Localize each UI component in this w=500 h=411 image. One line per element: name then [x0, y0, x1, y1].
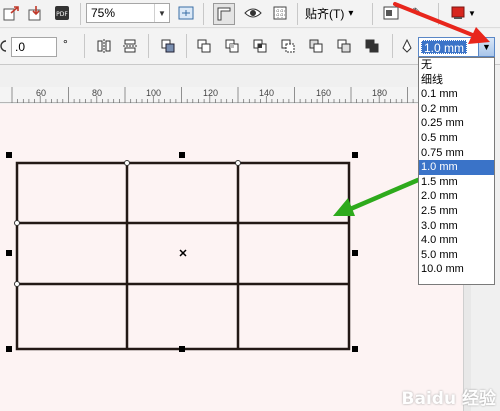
- back-minus-front-icon: [337, 39, 351, 53]
- dropdown-option[interactable]: 10.0 mm: [419, 262, 494, 277]
- trim-icon: [225, 39, 239, 53]
- pen-icon: ✎: [411, 5, 423, 20]
- toolbar-separator: [186, 34, 187, 58]
- dropdown-option[interactable]: 2.5 mm: [419, 204, 494, 219]
- snap-to-label: 贴齐(T): [305, 6, 345, 21]
- chevron-down-icon: ▾: [348, 7, 354, 19]
- toolbar-separator: [203, 3, 204, 25]
- dropdown-option[interactable]: 3.0 mm: [419, 219, 494, 234]
- simplify-button[interactable]: [279, 37, 297, 55]
- ruler-label: 80: [92, 88, 103, 98]
- export-button[interactable]: [2, 4, 20, 22]
- horizontal-ruler[interactable]: 60 80 100 120 140 160 180: [0, 87, 468, 103]
- zoom-level-value: 75%: [91, 6, 116, 20]
- standard-toolbar: PDF 75% ▼ 贴齐(T) ▾ ✎ ▼: [0, 0, 500, 28]
- mirror-vertical-button[interactable]: [121, 37, 139, 55]
- dropdown-option[interactable]: 0.75 mm: [419, 146, 494, 161]
- dropdown-option[interactable]: 2.0 mm: [419, 189, 494, 204]
- ruler-label: 140: [259, 88, 275, 98]
- outline-width-value: 1.0 mm: [421, 40, 468, 55]
- app-launcher-icon: [451, 6, 465, 19]
- ruler-label: 120: [203, 88, 219, 98]
- dropdown-option[interactable]: 1.0 mm: [419, 160, 494, 175]
- chevron-down-icon: ▼: [468, 8, 476, 18]
- publish-pdf-button[interactable]: PDF: [53, 4, 71, 22]
- zoom-level-select[interactable]: 75% ▼: [86, 3, 170, 23]
- outline-pen-icon: [400, 39, 414, 53]
- group-icon: [161, 39, 175, 53]
- ruler-label: 60: [36, 88, 47, 98]
- mirror-vertical-icon: [123, 39, 137, 53]
- fullscreen-icon: [178, 6, 194, 20]
- dropdown-option[interactable]: 1.5 mm: [419, 175, 494, 190]
- dropdown-option[interactable]: 无: [419, 58, 494, 73]
- rulers-icon: [217, 7, 231, 21]
- full-screen-preview-button[interactable]: [177, 4, 195, 22]
- dropdown-option[interactable]: 0.2 mm: [419, 102, 494, 117]
- front-minus-back-button[interactable]: [307, 37, 325, 55]
- toolbar-separator: [438, 3, 439, 25]
- toolbar-separator: [80, 3, 81, 25]
- ruler-label: 180: [372, 88, 388, 98]
- toolbar-separator: [392, 34, 393, 58]
- annotation-label-button[interactable]: ✎: [407, 4, 427, 22]
- show-rulers-button[interactable]: [213, 3, 235, 25]
- dropdown-option[interactable]: 0.25 mm: [419, 116, 494, 131]
- dropdown-option[interactable]: 细线: [419, 73, 494, 88]
- intersect-button[interactable]: [251, 37, 269, 55]
- toolbar-separator: [297, 3, 298, 25]
- chevron-down-icon[interactable]: ▼: [478, 38, 494, 56]
- pdf-icon: PDF: [55, 6, 69, 20]
- export-icon: [3, 6, 19, 21]
- group-button[interactable]: [158, 37, 178, 55]
- chevron-down-icon[interactable]: ▼: [154, 4, 169, 22]
- weld-icon: [197, 39, 211, 53]
- dropdown-option[interactable]: 0.5 mm: [419, 131, 494, 146]
- dropdown-option[interactable]: 5.0 mm: [419, 248, 494, 263]
- show-grid-button[interactable]: [270, 4, 290, 22]
- outline-width-dropdown[interactable]: 无细线 0.1 mm 0.2 mm 0.25 mm 0.5 mm 0.75 mm 1.0 m…: [418, 57, 495, 285]
- ruler-label: 100: [146, 88, 162, 98]
- simplify-icon: [281, 39, 295, 53]
- dropdown-option[interactable]: 4.0 mm: [419, 233, 494, 248]
- watermark-logo: Baidu 经验: [401, 389, 496, 409]
- import-icon: [28, 6, 41, 21]
- drawing-canvas[interactable]: [0, 104, 463, 411]
- toolbar-separator: [84, 34, 85, 58]
- application-launcher-button[interactable]: ▼: [448, 3, 478, 23]
- grid-icon: [273, 6, 287, 20]
- toolbar-separator: [372, 3, 373, 25]
- mirror-horizontal-button[interactable]: [95, 37, 113, 55]
- ruler-label: 160: [316, 88, 332, 98]
- back-minus-front-button[interactable]: [335, 37, 353, 55]
- outline-width-combobox[interactable]: 1.0 mm ▼: [418, 37, 495, 57]
- import-button[interactable]: [26, 4, 44, 22]
- boundary-icon: [365, 39, 379, 53]
- rotation-icon: [0, 39, 8, 53]
- view-mode-button[interactable]: [243, 4, 263, 22]
- weld-button[interactable]: [195, 37, 213, 55]
- create-boundary-button[interactable]: [363, 37, 381, 55]
- snap-to-menu[interactable]: 贴齐(T) ▾: [305, 3, 353, 23]
- front-minus-back-icon: [309, 39, 323, 53]
- svg-text:PDF: PDF: [56, 11, 68, 18]
- eye-icon: [244, 8, 262, 18]
- dropdown-option[interactable]: 0.1 mm: [419, 87, 494, 102]
- intersect-icon: [253, 39, 267, 53]
- options-icon: [383, 6, 399, 20]
- toolbar-separator: [148, 34, 149, 58]
- rotation-angle-input[interactable]: [11, 37, 57, 57]
- trim-button[interactable]: [223, 37, 241, 55]
- ruler-ticks: [11, 87, 465, 103]
- angle-unit-label: °: [63, 37, 68, 51]
- mirror-horizontal-icon: [97, 39, 111, 53]
- options-button[interactable]: [381, 4, 401, 22]
